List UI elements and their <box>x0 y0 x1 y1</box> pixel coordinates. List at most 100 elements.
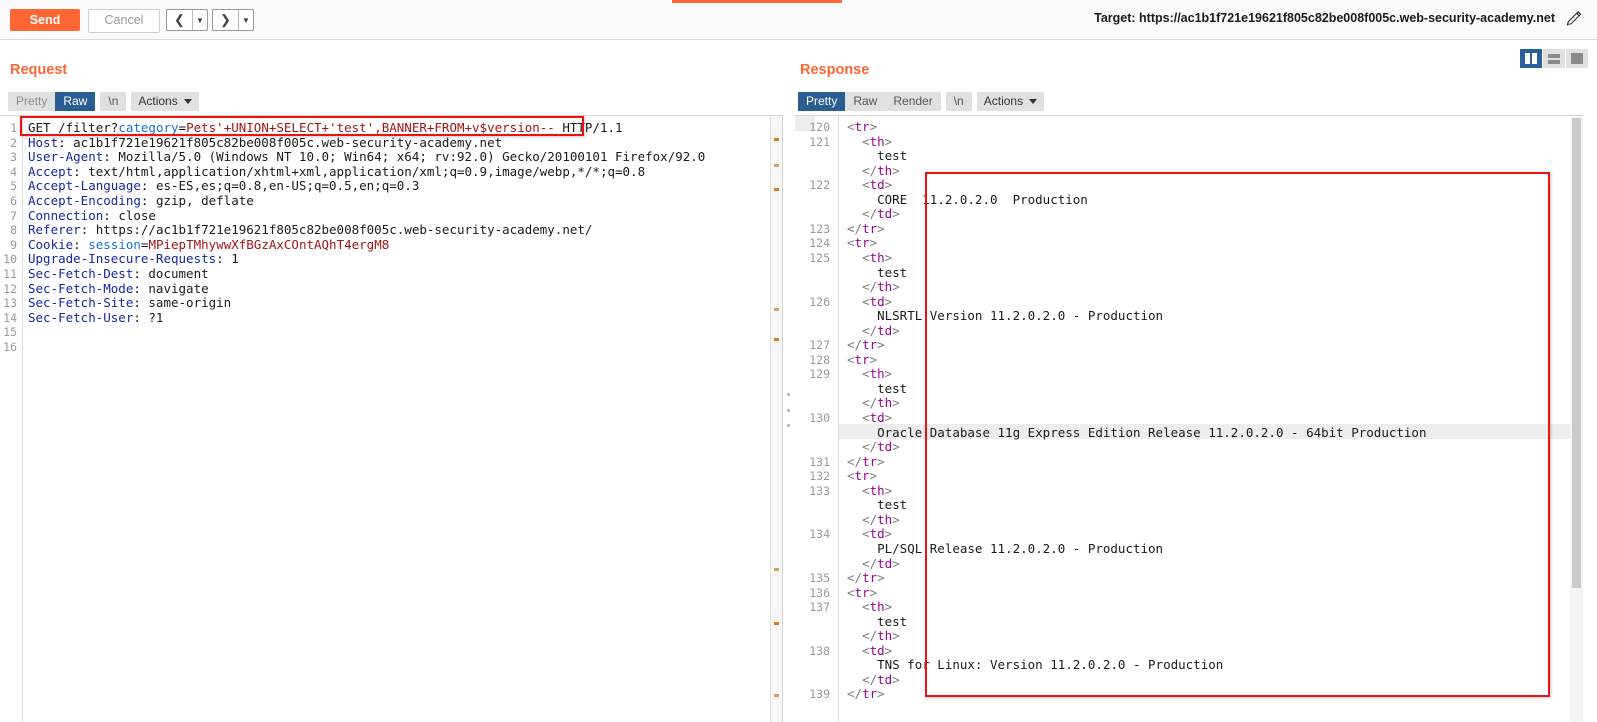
request-code-line[interactable]: User-Agent: Mozilla/5.0 (Windows NT 10.0… <box>28 149 705 164</box>
request-code-line[interactable]: Upgrade-Insecure-Requests: 1 <box>28 251 239 266</box>
response-code-line[interactable]: <td> <box>847 294 892 309</box>
burp-repeater-window: Send Cancel ❮ ▼ ❯ ▼ Target: https://ac1b… <box>0 0 1597 722</box>
response-code-line[interactable]: </tr> <box>847 570 885 585</box>
response-actions-button[interactable]: Actions <box>976 92 1045 111</box>
request-scroll-marker-strip[interactable] <box>770 116 782 722</box>
forward-button-group[interactable]: ❯ ▼ <box>212 9 254 31</box>
response-tab-render[interactable]: Render <box>885 92 941 111</box>
response-line-number: 130 <box>809 411 830 425</box>
response-code-line[interactable]: </td> <box>847 439 900 454</box>
request-code-line[interactable]: Sec-Fetch-Mode: navigate <box>28 281 209 296</box>
response-line-number: 132 <box>809 469 830 484</box>
layout-single-button[interactable] <box>1566 49 1588 68</box>
response-code-line[interactable]: <td> <box>847 526 892 541</box>
request-line-number: 4 <box>10 164 17 179</box>
cancel-button[interactable]: Cancel <box>88 9 160 33</box>
response-vertical-scrollbar[interactable] <box>1570 116 1583 722</box>
response-code-line[interactable]: PL/SQL Release 11.2.0.2.0 - Production <box>847 541 1163 556</box>
response-editor[interactable]: 120 121 122 123 124 125 126 127 128 129 130 131 132 1… <box>795 115 1583 722</box>
response-code-line[interactable]: <td> <box>847 177 892 192</box>
response-code-line[interactable]: test <box>847 614 907 629</box>
request-line-number: 8 <box>10 223 17 238</box>
request-line-number: 16 <box>3 340 17 354</box>
response-code-line[interactable]: <tr> <box>847 352 877 367</box>
request-code-line[interactable]: Accept: text/html,application/xhtml+xml,… <box>28 164 645 179</box>
response-code-line[interactable]: </td> <box>847 556 900 571</box>
response-code-line[interactable]: </td> <box>847 206 900 221</box>
response-code-line[interactable]: </tr> <box>847 221 885 236</box>
request-editor[interactable]: 1 2 3 4 5 6 7 8 9 10 11 12 13 14 15 16 GET /filter?cate… <box>0 115 783 722</box>
response-code-line[interactable]: </th> <box>847 279 900 294</box>
response-code-line[interactable]: <th> <box>847 483 892 498</box>
response-code-line[interactable]: <tr> <box>847 468 877 483</box>
request-tab-newline[interactable]: \n <box>100 92 127 111</box>
back-arrow-icon[interactable]: ❮ <box>167 10 193 30</box>
response-tab-pretty[interactable]: Pretty <box>798 92 846 111</box>
request-line-number: 3 <box>10 150 17 165</box>
response-code-line[interactable]: </th> <box>847 395 900 410</box>
send-button[interactable]: Send <box>10 9 80 31</box>
request-code-line[interactable]: Connection: close <box>28 208 156 223</box>
response-code-line[interactable]: <th> <box>847 250 892 265</box>
back-button-group[interactable]: ❮ ▼ <box>166 9 208 31</box>
response-code-line[interactable]: <tr> <box>847 235 877 250</box>
forward-arrow-icon[interactable]: ❯ <box>213 10 239 30</box>
response-line-number: 127 <box>809 338 830 353</box>
request-line-number: 6 <box>10 194 17 208</box>
response-tab-raw[interactable]: Raw <box>845 92 886 111</box>
response-code-line[interactable]: <th> <box>847 134 892 149</box>
panel-splitter-handle[interactable] <box>785 393 791 427</box>
request-code-line[interactable]: Accept-Encoding: gzip, deflate <box>28 193 254 208</box>
response-line-number: 138 <box>809 643 830 658</box>
response-line-number: 126 <box>809 294 830 309</box>
response-code-line[interactable]: Oracle Database 11g Express Edition Rele… <box>847 425 1426 440</box>
layout-stacked-button[interactable] <box>1543 49 1565 68</box>
response-code-line[interactable]: test <box>847 381 907 396</box>
request-actions-button[interactable]: Actions <box>131 92 199 111</box>
layout-toggle-group <box>1520 49 1588 68</box>
response-code-line[interactable]: <tr> <box>847 119 877 134</box>
response-code-line[interactable]: <td> <box>847 410 892 425</box>
request-code-line[interactable]: GET /filter?category=Pets'+UNION+SELECT+… <box>28 120 623 135</box>
response-code-line[interactable]: </th> <box>847 628 900 643</box>
response-code-line[interactable]: </th> <box>847 512 900 527</box>
response-line-number: 137 <box>809 600 830 615</box>
request-code-line[interactable]: Referer: https://ac1b1f721e19621f805c82b… <box>28 222 592 237</box>
response-code-line[interactable]: test <box>847 265 907 280</box>
response-line-number: 125 <box>809 250 830 265</box>
response-code-line[interactable]: test <box>847 148 907 163</box>
response-code-line[interactable]: <th> <box>847 599 892 614</box>
request-code-line[interactable]: Host: ac1b1f721e19621f805c82be008f005c.w… <box>28 135 502 150</box>
response-code-line[interactable]: </tr> <box>847 337 885 352</box>
response-line-number: 129 <box>809 367 830 382</box>
pencil-icon[interactable] <box>1565 10 1583 28</box>
request-code-line[interactable]: Sec-Fetch-Dest: document <box>28 266 209 281</box>
request-tab-raw[interactable]: Raw <box>55 92 96 111</box>
layout-side-by-side-button[interactable] <box>1520 49 1542 68</box>
response-code-line[interactable]: TNS for Linux: Version 11.2.0.2.0 - Prod… <box>847 657 1223 672</box>
response-scrollbar-thumb[interactable] <box>1572 118 1581 588</box>
response-line-number: 139 <box>809 687 830 702</box>
response-line-number: 133 <box>809 483 830 498</box>
response-code-line[interactable]: </th> <box>847 163 900 178</box>
request-tabstrip: Pretty Raw \n Actions <box>8 92 199 111</box>
response-code-line[interactable]: CORE 11.2.0.2.0 Production <box>847 192 1088 207</box>
response-code-line[interactable]: <td> <box>847 643 892 658</box>
request-code-line[interactable]: Sec-Fetch-Site: same-origin <box>28 295 231 310</box>
response-code-line[interactable]: </tr> <box>847 454 885 469</box>
response-code-line[interactable]: NLSRTL Version 11.2.0.2.0 - Production <box>847 308 1163 323</box>
response-code-line[interactable]: </td> <box>847 672 900 687</box>
response-tab-newline[interactable]: \n <box>945 92 972 111</box>
response-code-line[interactable]: </td> <box>847 323 900 338</box>
forward-dropdown-caret-icon[interactable]: ▼ <box>239 10 253 30</box>
response-code-line[interactable]: <th> <box>847 366 892 381</box>
request-code-line[interactable]: Accept-Language: es-ES,es;q=0.8,en-US;q=… <box>28 178 419 193</box>
back-dropdown-caret-icon[interactable]: ▼ <box>193 10 207 30</box>
response-code-line[interactable]: <tr> <box>847 585 877 600</box>
response-line-number: 135 <box>809 571 830 586</box>
request-code-line[interactable]: Cookie: session=MPiepTMhywwXfBGzAxCOntAQ… <box>28 237 389 252</box>
response-code-line[interactable]: </tr> <box>847 686 885 701</box>
request-code-line[interactable]: Sec-Fetch-User: ?1 <box>28 310 163 325</box>
request-tab-pretty[interactable]: Pretty <box>8 92 56 111</box>
response-code-line[interactable]: test <box>847 497 907 512</box>
